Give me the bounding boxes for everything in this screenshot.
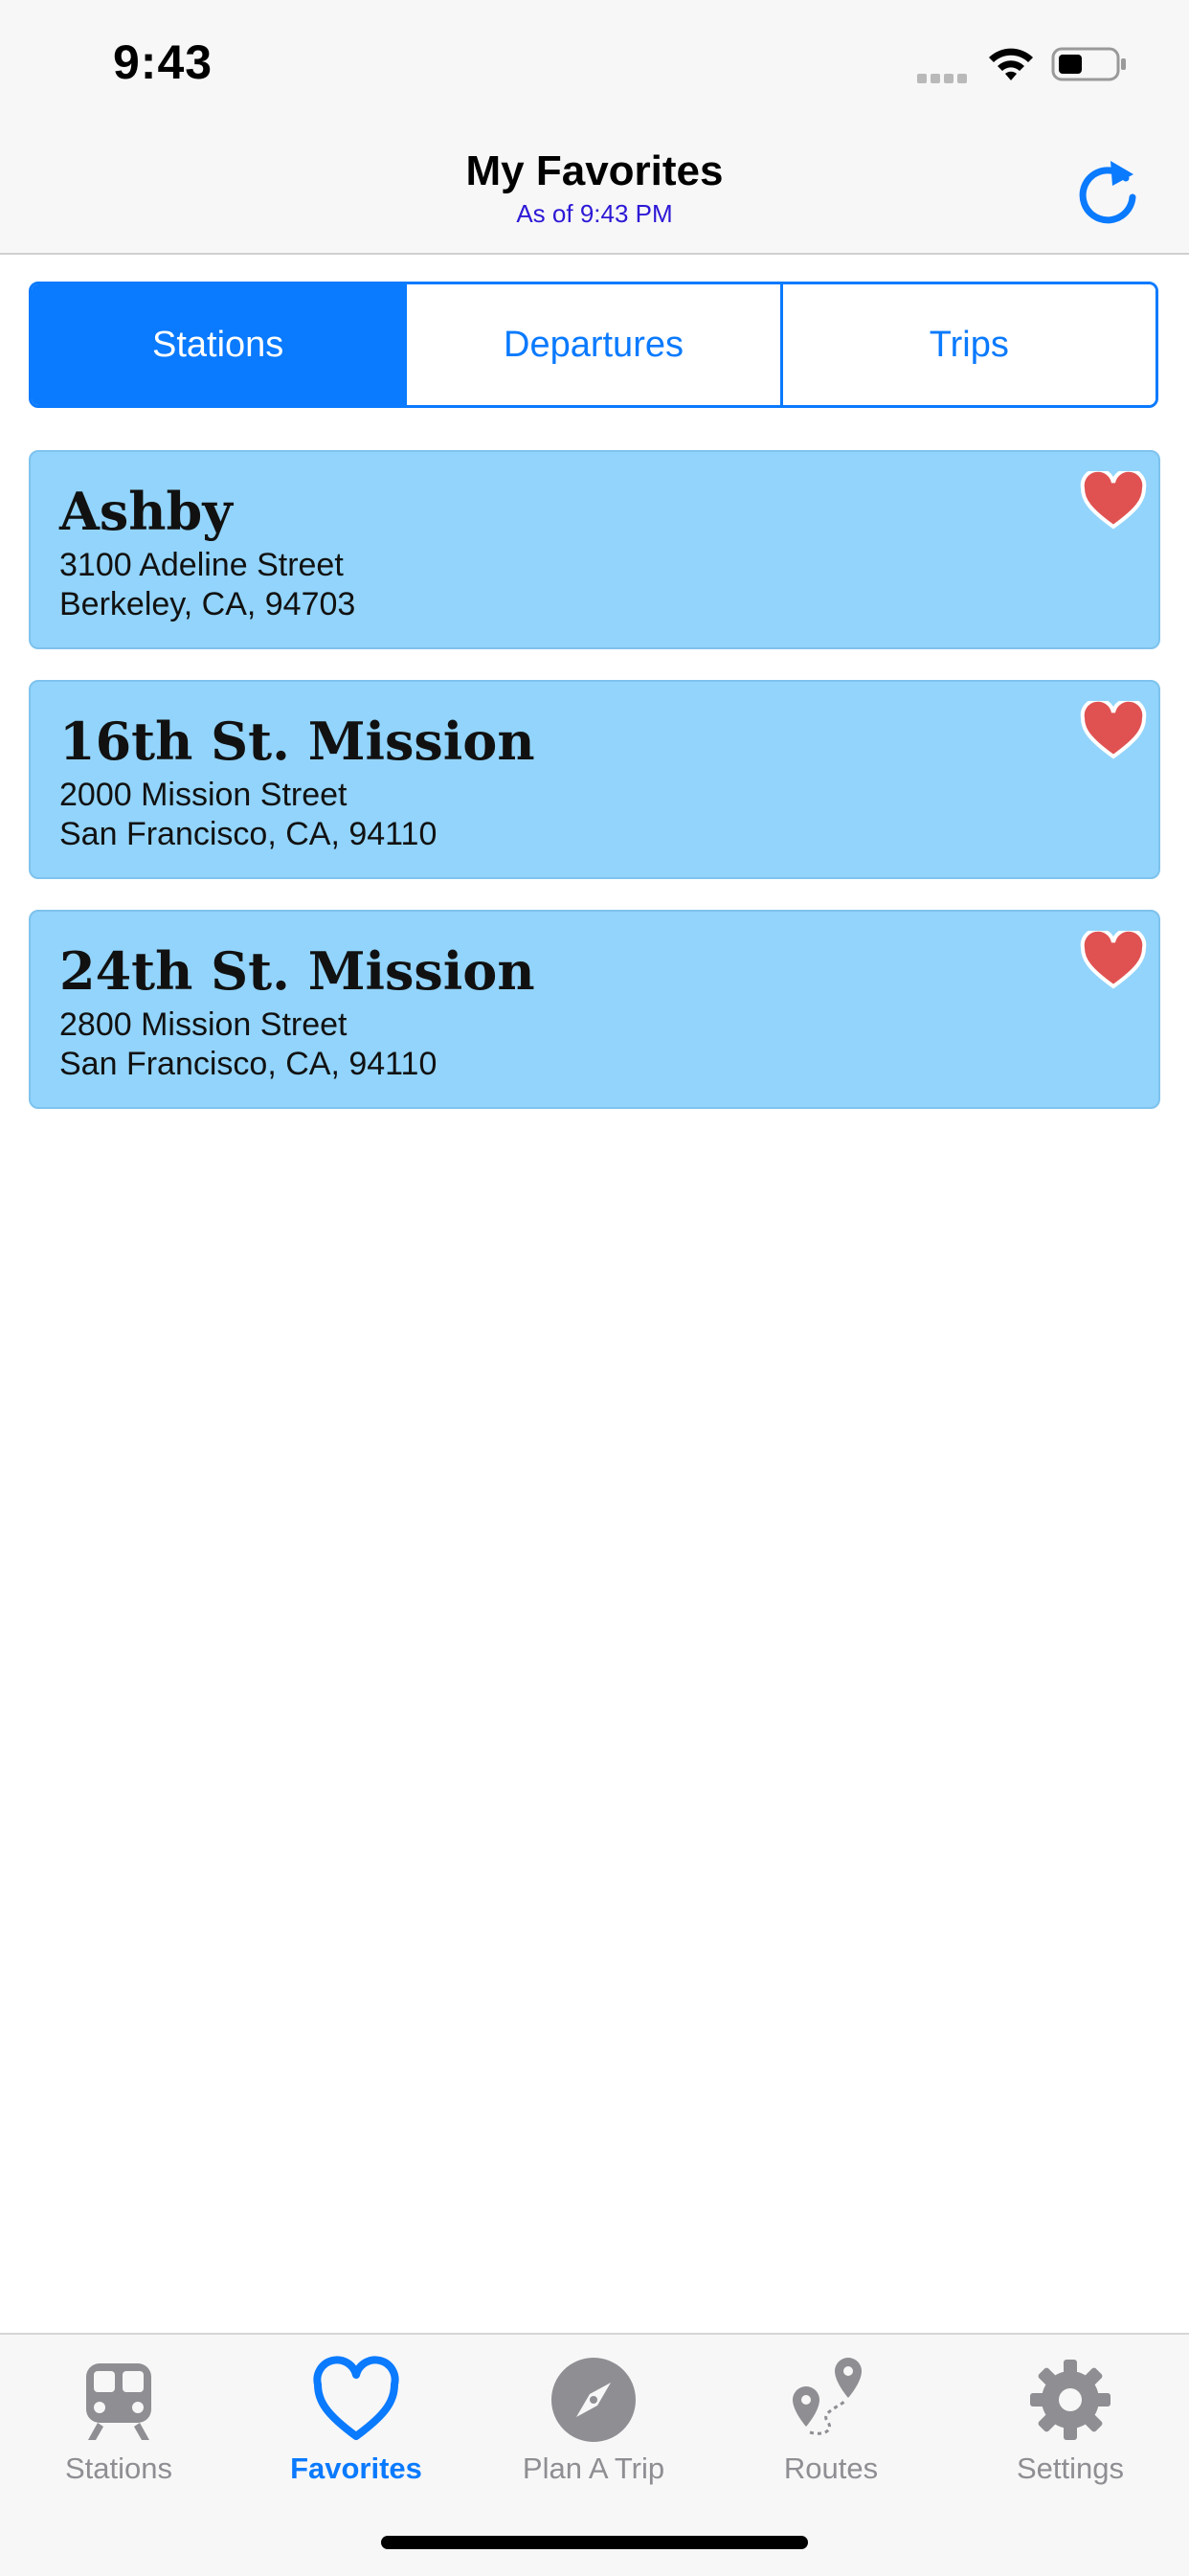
page-title: My Favorites <box>465 147 724 194</box>
station-street: 3100 Adeline Street <box>59 547 344 583</box>
tab-label: Favorites <box>290 2452 422 2485</box>
heart-icon[interactable] <box>1080 931 1147 990</box>
station-address: 2800 Mission Street San Francisco, CA, 9… <box>59 1006 437 1084</box>
tab-routes[interactable]: Routes <box>712 2344 950 2488</box>
segment-trips[interactable]: Trips <box>782 284 1155 405</box>
tab-label: Plan A Trip <box>522 2452 665 2485</box>
station-name: Ashby <box>59 481 233 542</box>
station-street: 2800 Mission Street <box>59 1006 348 1043</box>
navigation-bar: My Favorites As of 9:43 PM <box>0 126 1189 255</box>
station-address: 2000 Mission Street San Francisco, CA, 9… <box>59 776 437 854</box>
segment-stations[interactable]: Stations <box>32 284 408 405</box>
favorites-segmented-control: Stations Departures Trips <box>29 282 1158 408</box>
compass-icon <box>551 2358 636 2442</box>
station-card[interactable]: Ashby 3100 Adeline Street Berkeley, CA, … <box>29 450 1160 649</box>
tab-label: Stations <box>64 2452 172 2485</box>
gear-icon <box>1030 2360 1110 2440</box>
train-icon <box>86 2363 151 2440</box>
map-pins-icon <box>793 2358 862 2435</box>
tab-label: Settings <box>1016 2452 1124 2485</box>
station-name: 24th St. Mission <box>59 940 535 1002</box>
station-city: San Francisco, CA, 94110 <box>59 1046 437 1082</box>
station-card[interactable]: 24th St. Mission 2800 Mission Street San… <box>29 910 1160 1109</box>
tab-stations[interactable]: Stations <box>0 2344 237 2488</box>
tab-plan-a-trip[interactable]: Plan A Trip <box>475 2344 712 2488</box>
segment-departures[interactable]: Departures <box>407 284 783 405</box>
refresh-icon[interactable] <box>1070 153 1145 228</box>
heart-icon[interactable] <box>1080 701 1147 760</box>
station-city: San Francisco, CA, 94110 <box>59 816 437 852</box>
heart-icon <box>313 2356 399 2440</box>
cellular-signal-icon <box>917 71 971 88</box>
station-name: 16th St. Mission <box>59 711 535 772</box>
tab-settings[interactable]: Settings <box>952 2344 1189 2488</box>
station-city: Berkeley, CA, 94703 <box>59 586 356 622</box>
status-time: 9:43 <box>113 35 213 89</box>
battery-icon <box>1051 47 1126 81</box>
home-indicator[interactable] <box>381 2536 808 2549</box>
wifi-icon <box>989 48 1033 80</box>
status-bar: 9:43 <box>0 0 1189 126</box>
tab-favorites[interactable]: Favorites <box>237 2344 475 2488</box>
station-card[interactable]: 16th St. Mission 2000 Mission Street San… <box>29 680 1160 879</box>
heart-icon[interactable] <box>1080 471 1147 531</box>
tab-label: Routes <box>783 2452 879 2485</box>
station-street: 2000 Mission Street <box>59 777 348 813</box>
last-updated-label: As of 9:43 PM <box>516 199 673 228</box>
station-address: 3100 Adeline Street Berkeley, CA, 94703 <box>59 546 355 624</box>
